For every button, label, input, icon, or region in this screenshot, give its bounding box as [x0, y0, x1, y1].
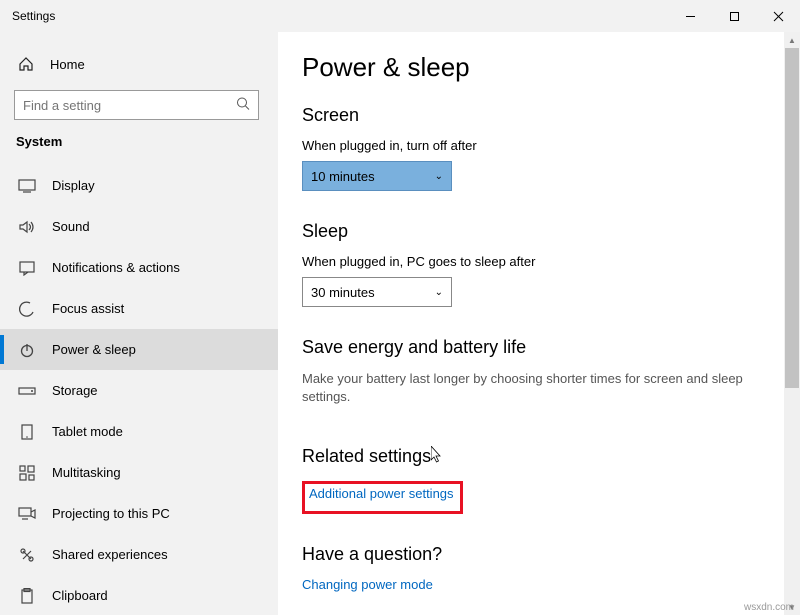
projecting-icon — [18, 507, 36, 521]
clipboard-icon — [18, 588, 36, 604]
scroll-thumb[interactable] — [785, 48, 799, 388]
scrollbar[interactable]: ▲ ▼ — [784, 32, 800, 615]
screen-timeout-value: 10 minutes — [311, 169, 375, 184]
search-input[interactable] — [14, 90, 259, 120]
chevron-down-icon: ⌄ — [435, 171, 443, 182]
tablet-icon — [18, 424, 36, 440]
minimize-button[interactable] — [668, 0, 712, 32]
save-energy-body: Make your battery last longer by choosin… — [302, 370, 776, 406]
window-title: Settings — [12, 9, 55, 23]
sidebar-label: Storage — [52, 383, 98, 398]
sleep-timeout-value: 30 minutes — [311, 285, 375, 300]
sidebar-item-tablet-mode[interactable]: Tablet mode — [0, 411, 278, 452]
maximize-button[interactable] — [712, 0, 756, 32]
sidebar-item-shared-experiences[interactable]: Shared experiences — [0, 534, 278, 575]
sidebar-item-multitasking[interactable]: Multitasking — [0, 452, 278, 493]
sidebar-label: Power & sleep — [52, 342, 136, 357]
search-field[interactable] — [15, 98, 258, 113]
sidebar-nav: Display Sound Notifications & actions Fo… — [0, 165, 278, 616]
chevron-down-icon: ⌄ — [435, 287, 443, 298]
sidebar-item-projecting[interactable]: Projecting to this PC — [0, 493, 278, 534]
additional-power-settings-link[interactable]: Additional power settings — [309, 486, 454, 501]
sidebar-label: Notifications & actions — [52, 260, 180, 275]
sidebar-item-sound[interactable]: Sound — [0, 206, 278, 247]
sidebar-item-storage[interactable]: Storage — [0, 370, 278, 411]
multitasking-icon — [18, 465, 36, 481]
main-content: Power & sleep Screen When plugged in, tu… — [278, 32, 800, 615]
highlight-box: Additional power settings — [302, 481, 463, 514]
display-icon — [18, 179, 36, 193]
sidebar-item-clipboard[interactable]: Clipboard — [0, 575, 278, 616]
save-energy-heading: Save energy and battery life — [302, 337, 776, 358]
screen-timeout-label: When plugged in, turn off after — [302, 138, 776, 153]
search-icon — [236, 97, 250, 114]
sleep-timeout-dropdown[interactable]: 30 minutes ⌄ — [302, 277, 452, 307]
related-settings-heading: Related settings — [302, 446, 431, 467]
screen-timeout-dropdown[interactable]: 10 minutes ⌄ — [302, 161, 452, 191]
sidebar-item-power-sleep[interactable]: Power & sleep — [0, 329, 278, 370]
sidebar-label: Focus assist — [52, 301, 124, 316]
screen-heading: Screen — [302, 105, 776, 126]
close-button[interactable] — [756, 0, 800, 32]
window-controls — [668, 0, 800, 32]
scroll-up-icon[interactable]: ▲ — [788, 32, 796, 48]
home-icon — [18, 56, 34, 72]
titlebar: Settings — [0, 0, 800, 32]
shared-experiences-icon — [18, 547, 36, 563]
sleep-timeout-label: When plugged in, PC goes to sleep after — [302, 254, 776, 269]
home-button[interactable]: Home — [0, 46, 278, 82]
changing-power-mode-link[interactable]: Changing power mode — [302, 577, 433, 592]
sidebar-label: Projecting to this PC — [52, 506, 170, 521]
have-question-heading: Have a question? — [302, 544, 776, 565]
power-icon — [18, 342, 36, 358]
sidebar: Home System Display Sound Notifications … — [0, 32, 278, 615]
sleep-heading: Sleep — [302, 221, 776, 242]
page-title: Power & sleep — [302, 52, 776, 83]
sidebar-label: Tablet mode — [52, 424, 123, 439]
watermark: wsxdn.com — [744, 602, 794, 613]
sidebar-label: Sound — [52, 219, 90, 234]
sidebar-label: Multitasking — [52, 465, 121, 480]
sound-icon — [18, 220, 36, 234]
sidebar-item-focus-assist[interactable]: Focus assist — [0, 288, 278, 329]
storage-icon — [18, 385, 36, 397]
sidebar-label: Clipboard — [52, 588, 108, 603]
sidebar-label: Display — [52, 178, 95, 193]
cursor-icon — [431, 446, 443, 464]
sidebar-item-display[interactable]: Display — [0, 165, 278, 206]
focus-assist-icon — [18, 301, 36, 317]
notifications-icon — [18, 260, 36, 276]
sidebar-label: Shared experiences — [52, 547, 168, 562]
sidebar-section-title: System — [0, 134, 278, 157]
home-label: Home — [50, 57, 85, 72]
sidebar-item-notifications[interactable]: Notifications & actions — [0, 247, 278, 288]
